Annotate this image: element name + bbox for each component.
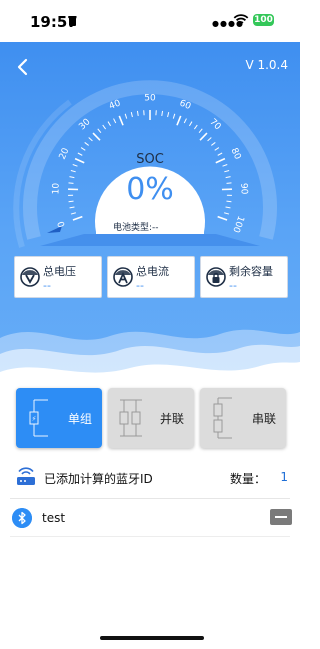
bluetooth-icon xyxy=(12,508,32,528)
gauge-tick xyxy=(198,128,203,133)
gauge-tick xyxy=(130,112,133,118)
device-count-value: 1 xyxy=(280,470,288,484)
mode-series-button[interactable]: 串联 xyxy=(200,388,286,448)
soc-value: 0% xyxy=(126,172,174,207)
series-battery-icon xyxy=(213,397,232,439)
divider xyxy=(10,498,290,499)
mode-parallel-button[interactable]: 并联 xyxy=(108,388,194,448)
sim-icon xyxy=(69,16,76,26)
bluetooth-list-header: 已添加计算的蓝牙ID 数量： 1 xyxy=(16,465,288,489)
gauge-tick xyxy=(80,147,86,151)
divider xyxy=(10,536,290,537)
metric-value: -- xyxy=(229,279,237,292)
gauge-tick xyxy=(188,121,193,127)
gauge-tick xyxy=(214,147,220,151)
status-bar: 19:57 ●●●● 100 xyxy=(0,0,300,42)
wave-decoration xyxy=(0,329,300,387)
gauge-tick xyxy=(113,118,117,124)
hero-panel: V 1.0.4 0 10 20 30 40 50 60 70 80 90 100 SOC 0% 电池… xyxy=(0,42,300,387)
svg-text:⚡: ⚡ xyxy=(32,415,37,423)
gauge-tick xyxy=(225,206,231,209)
metric-label: 剩余容量 xyxy=(229,265,273,278)
soc-title: SOC xyxy=(136,152,164,167)
bluetooth-list-title: 已添加计算的蓝牙ID xyxy=(44,472,153,486)
gauge-tick xyxy=(72,215,83,221)
gauge-tick xyxy=(224,212,230,215)
gauge-tick-label: 50 xyxy=(144,94,156,104)
home-indicator[interactable] xyxy=(100,636,204,640)
gauge-tick xyxy=(124,113,128,119)
ampere-icon xyxy=(113,267,133,287)
gauge-tick xyxy=(167,112,170,118)
mode-label: 串联 xyxy=(251,412,276,426)
list-item[interactable]: test xyxy=(12,507,292,531)
single-battery-icon: ⚡ xyxy=(29,399,48,437)
gauge-tick xyxy=(107,121,112,127)
gauge-tick xyxy=(70,212,76,215)
metric-card-capacity: 剩余容量 -- xyxy=(200,256,288,298)
gauge-tick xyxy=(217,215,228,221)
gauge-tick xyxy=(136,110,139,116)
battery-icon: 100 xyxy=(253,14,274,26)
gauge-tick xyxy=(199,132,208,141)
voltage-icon xyxy=(20,267,40,287)
gauge-tick-label: 100 xyxy=(230,214,245,234)
gauge-tick xyxy=(84,142,89,146)
gauge-tick xyxy=(172,113,176,119)
router-icon xyxy=(17,467,35,485)
metric-card-voltage: 总电压 -- xyxy=(14,256,102,298)
gauge-tick xyxy=(176,115,182,126)
capacity-lock-icon xyxy=(206,267,226,287)
metric-card-current: 总电流 -- xyxy=(107,256,195,298)
battery-type-label: 电池类型:-- xyxy=(113,223,159,233)
gauge-tick-label: 70 xyxy=(207,117,222,132)
wifi-icon xyxy=(233,14,249,25)
metric-value: -- xyxy=(43,279,51,292)
mode-label: 并联 xyxy=(159,412,184,426)
parallel-battery-icon xyxy=(119,399,142,437)
device-count-label: 数量： xyxy=(229,472,266,486)
mode-label: 单组 xyxy=(67,412,92,426)
gauge-tick xyxy=(102,124,107,130)
metric-label: 总电流 xyxy=(136,265,169,278)
gauge-tick xyxy=(69,206,75,209)
mode-single-button[interactable]: ⚡ 单组 xyxy=(16,388,102,448)
device-name: test xyxy=(42,511,66,525)
gauge-tick xyxy=(183,118,187,124)
gauge-tick xyxy=(97,128,102,133)
gauge-tick xyxy=(161,110,164,116)
metric-label: 总电压 xyxy=(43,265,76,278)
metric-cards: 总电压 -- 总电流 -- 剩余容量 -- xyxy=(14,256,288,298)
gauge-tick-label: 0 xyxy=(56,219,67,228)
gauge-tick xyxy=(193,124,198,130)
gauge-tick-label: 30 xyxy=(77,117,92,132)
metric-value: -- xyxy=(136,279,144,292)
gauge-tick xyxy=(118,115,124,126)
remove-device-button[interactable] xyxy=(270,509,292,525)
gauge-tick xyxy=(211,142,216,146)
gauge-tick xyxy=(207,137,212,142)
gauge-tick xyxy=(88,137,93,142)
mode-selector: ⚡ 单组 并联 串联 xyxy=(16,388,286,450)
gauge-tick xyxy=(92,132,101,141)
